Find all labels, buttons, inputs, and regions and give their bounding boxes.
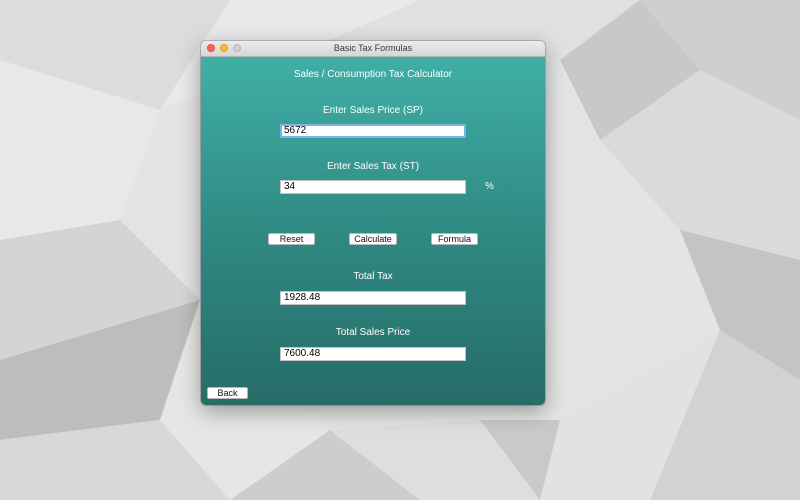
back-button[interactable]: Back <box>207 387 248 399</box>
percent-unit-label: % <box>485 181 494 192</box>
total-tax-output[interactable]: 1928.48 <box>280 291 466 305</box>
app-window: Basic Tax Formulas Sales / Consumption T… <box>201 41 545 405</box>
sales-price-label: Enter Sales Price (SP) <box>322 105 424 116</box>
total-sales-price-label: Total Sales Price <box>335 327 411 338</box>
total-tax-label: Total Tax <box>353 271 393 282</box>
sales-price-input[interactable]: 5672 <box>280 124 466 138</box>
reset-button[interactable]: Reset <box>268 233 315 245</box>
desktop-background: Basic Tax Formulas Sales / Consumption T… <box>0 0 800 500</box>
sales-tax-input[interactable]: 34 <box>280 180 466 194</box>
calculator-panel: Sales / Consumption Tax Calculator Enter… <box>201 57 545 405</box>
window-title: Basic Tax Formulas <box>333 43 413 53</box>
total-sales-price-output[interactable]: 7600.48 <box>280 347 466 361</box>
title-bar[interactable]: Basic Tax Formulas <box>201 41 545 57</box>
calculate-button[interactable]: Calculate <box>349 233 397 245</box>
calculator-heading: Sales / Consumption Tax Calculator <box>293 69 453 80</box>
formula-button[interactable]: Formula <box>431 233 478 245</box>
sales-tax-label: Enter Sales Tax (ST) <box>326 161 420 172</box>
